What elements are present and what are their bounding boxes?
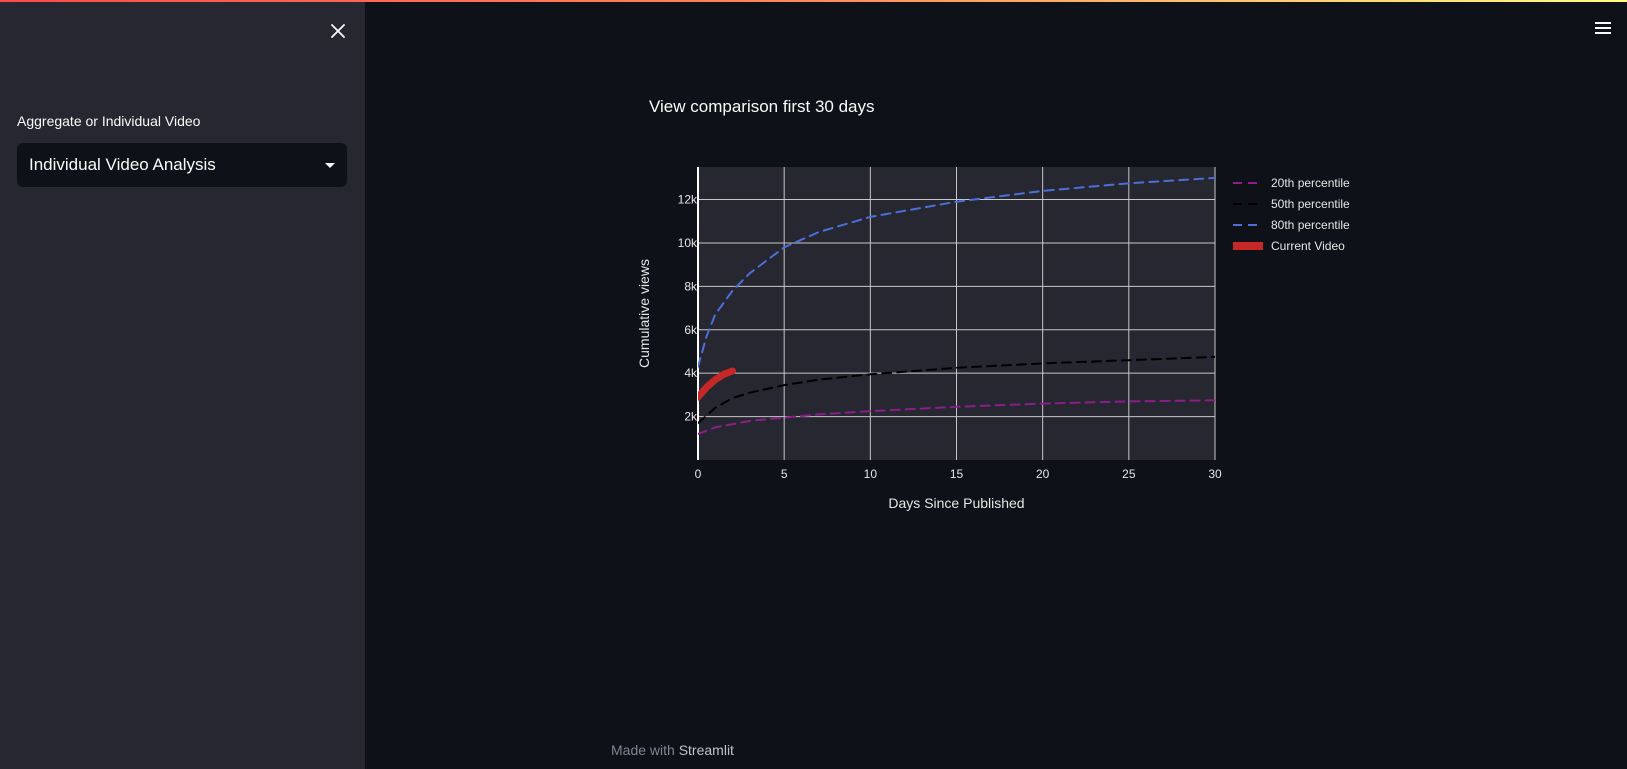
sidebar: Aggregate or Individual Video Individual… (0, 2, 365, 769)
y-tick-label: 8k (684, 279, 698, 293)
y-tick-label: 12k (678, 193, 698, 207)
y-tick-label: 6k (684, 323, 698, 337)
x-tick-label: 20 (1036, 467, 1050, 481)
x-tick-label: 0 (695, 467, 702, 481)
x-tick-label: 25 (1122, 467, 1136, 481)
select-label: Aggregate or Individual Video (17, 113, 201, 129)
legend-item: 80th percentile (1233, 218, 1350, 232)
legend-label: 50th percentile (1271, 197, 1350, 211)
legend-item: 20th percentile (1233, 176, 1350, 190)
hamburger-menu-icon (1595, 22, 1611, 34)
x-tick-label: 10 (864, 467, 878, 481)
y-tick-label: 2k (684, 410, 698, 424)
close-sidebar-button[interactable] (325, 18, 351, 44)
view-comparison-chart: 0 5 10 15 20 25 30 2k 4k 6k 8k 10k 12k Days Since Pub… (636, 167, 1350, 511)
select-value: Individual Video Analysis (29, 155, 216, 174)
streamlit-link[interactable]: Streamlit (679, 742, 734, 758)
legend-label: 20th percentile (1271, 176, 1350, 190)
close-icon (331, 24, 345, 38)
x-tick-label: 15 (950, 467, 964, 481)
x-axis-title: Days Since Published (888, 495, 1024, 511)
view-mode-select[interactable]: Individual Video Analysis (17, 143, 347, 187)
main-menu-button[interactable] (1592, 18, 1614, 38)
chevron-down-icon (325, 162, 335, 168)
legend-label: 80th percentile (1271, 218, 1350, 232)
x-tick-label: 5 (781, 467, 788, 481)
y-tick-label: 4k (684, 366, 698, 380)
footer-prefix: Made with (611, 742, 675, 758)
y-axis-title: Cumulative views (636, 259, 652, 368)
footer: Made with Streamlit (611, 742, 734, 758)
chart-title: View comparison first 30 days (649, 97, 875, 116)
legend-item: Current Video (1233, 239, 1345, 253)
x-tick-label: 30 (1208, 467, 1222, 481)
legend-label: Current Video (1271, 239, 1345, 253)
y-tick-label: 10k (678, 236, 698, 250)
legend-item: 50th percentile (1233, 197, 1350, 211)
